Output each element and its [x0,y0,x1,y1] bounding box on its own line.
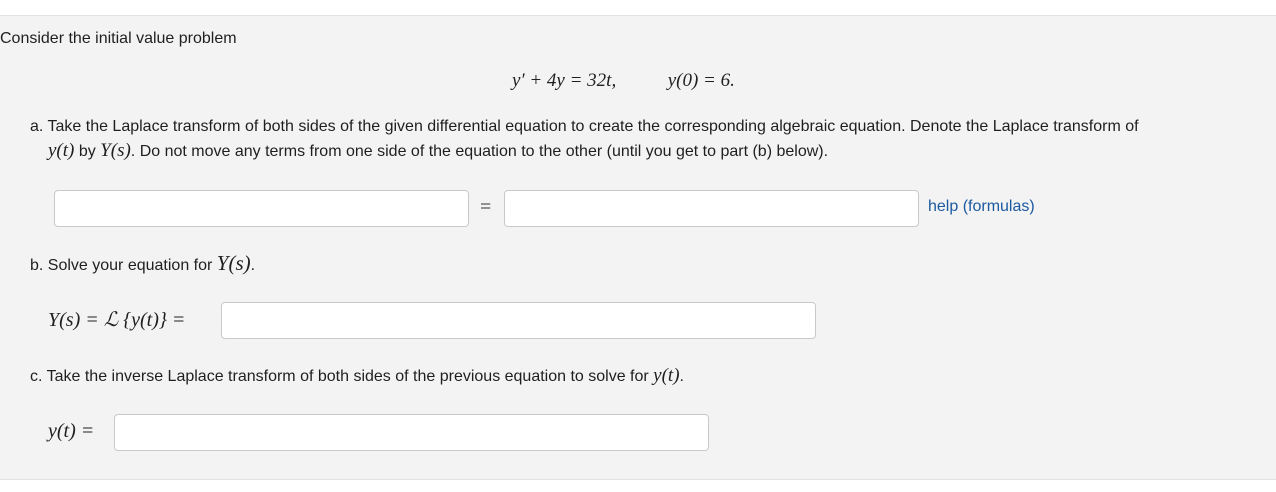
part-b-lhs-label: Y(s) = ℒ {y(t)} = [48,309,186,331]
part-a-math-yt: y(t) [48,140,75,161]
part-a-math-Ys: Y(s) [100,140,131,161]
part-b-period: . [250,257,256,274]
part-b-text: b. Solve your equation for [30,257,217,274]
part-a-line1: a. Take the Laplace transform of both si… [30,118,1139,135]
help-formulas-link[interactable]: help (formulas) [928,198,1035,216]
problem-intro: Consider the initial value problem [0,30,237,47]
part-a-line2: y(t) by Y(s). Do not move any terms from… [48,141,828,162]
part-c-instruction: c. Take the inverse Laplace transform of… [30,366,684,387]
part-b-instruction: b. Solve your equation for Y(s). [30,253,255,276]
part-a-right-input[interactable] [504,190,919,227]
equation-lhs-rest: + 4y = 32t, [524,70,617,91]
part-b-math-Ys: Y(s) [216,251,251,275]
part-c-input[interactable] [114,414,709,451]
part-a-rest: . Do not move any terms from one side of… [130,143,829,160]
ivp-equation: y′ + 4y = 32t, y(0) = 6. [512,70,735,96]
part-c-period: . [679,368,684,385]
part-a-by: by [74,143,101,160]
part-b-input[interactable] [221,302,816,339]
bottom-band [0,480,1276,492]
part-c-lhs-label: y(t) = [48,420,95,442]
top-band [0,0,1276,16]
part-a-left-input[interactable] [54,190,469,227]
part-c-text: c. Take the inverse Laplace transform of… [30,368,654,385]
initial-condition: y(0) = 6. [667,70,735,91]
part-c-math-yt: y(t) [653,365,680,386]
part-a-equals-sign: = [480,196,492,218]
